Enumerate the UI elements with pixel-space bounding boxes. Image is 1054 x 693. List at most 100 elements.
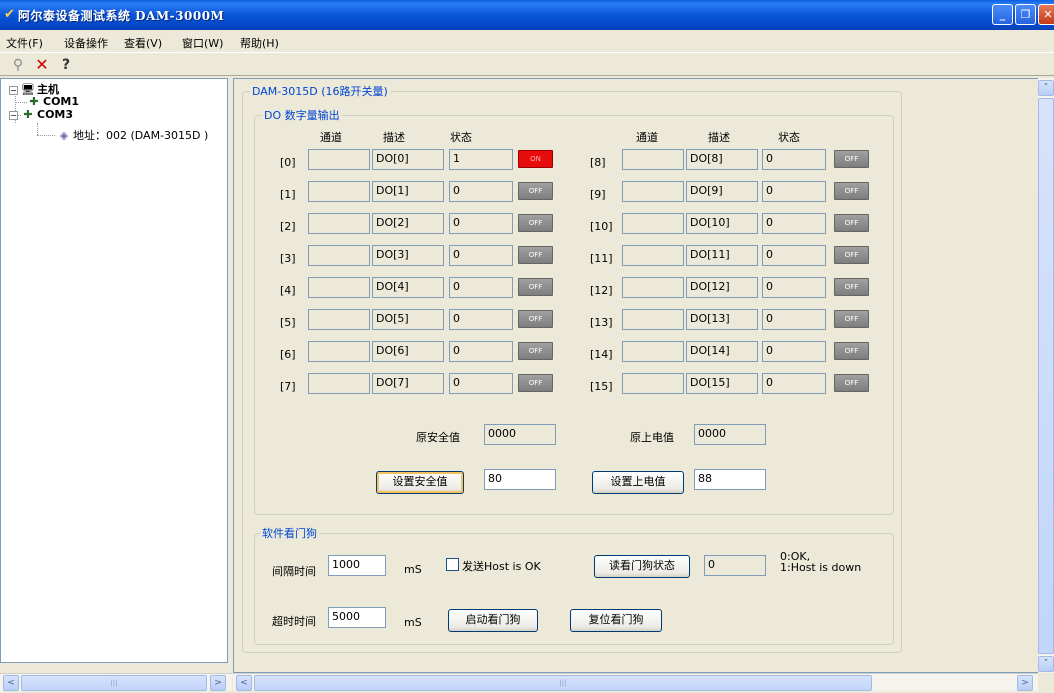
menu-file[interactable]: 文件(F) — [6, 35, 43, 51]
channel-value: 0 — [762, 149, 826, 170]
help-icon[interactable]: ? — [56, 55, 76, 75]
channel-desc: DO[3] — [372, 245, 444, 266]
channel-value: 0 — [762, 213, 826, 234]
reset-watchdog-button[interactable]: 复位看门狗 — [570, 609, 662, 632]
channel-toggle-button[interactable]: OFF — [518, 374, 553, 392]
orig-power-label: 原上电值 — [630, 431, 674, 444]
safe-value-input[interactable]: 80 — [484, 469, 556, 490]
channel-toggle-button[interactable]: OFF — [518, 278, 553, 296]
scroll-thumb[interactable]: ||| — [254, 675, 872, 691]
menu-device-ops[interactable]: 设备操作 — [64, 35, 108, 51]
channel-desc: DO[5] — [372, 309, 444, 330]
channel-value: 0 — [762, 181, 826, 202]
maximize-button[interactable]: ❐ — [1015, 4, 1036, 25]
channel-desc: DO[1] — [372, 181, 444, 202]
interval-label: 间隔时间 — [272, 565, 316, 578]
menu-bar: 文件(F) 设备操作 查看(V) 窗口(W) 帮助(H) — [0, 30, 1054, 52]
channel-value: 0 — [762, 373, 826, 394]
channel-field — [308, 373, 370, 394]
interval-input[interactable]: 1000 — [328, 555, 386, 576]
timeout-input[interactable]: 5000 — [328, 607, 386, 628]
channel-toggle-button[interactable]: OFF — [834, 374, 869, 392]
channel-desc: DO[9] — [686, 181, 758, 202]
tree-node-device[interactable]: ◈ 地址：002 (DAM-3015D ) — [57, 127, 209, 143]
scroll-thumb[interactable]: ||| — [21, 675, 207, 691]
channel-desc: DO[11] — [686, 245, 758, 266]
channel-toggle-button[interactable]: OFF — [518, 342, 553, 360]
channel-index: [9] — [590, 188, 606, 201]
channel-desc: DO[8] — [686, 149, 758, 170]
menu-view[interactable]: 查看(V) — [124, 35, 162, 51]
channel-field — [622, 149, 684, 170]
scroll-up-button[interactable]: ˄ — [1038, 80, 1054, 96]
header-state: 状态 — [778, 131, 800, 144]
timeout-label: 超时时间 — [272, 615, 316, 628]
channel-field — [308, 309, 370, 330]
channel-field — [308, 213, 370, 234]
scroll-right-button[interactable]: > — [1017, 675, 1033, 691]
collapse-toggle[interactable]: − — [9, 110, 18, 120]
channel-index: [3] — [280, 252, 296, 265]
set-power-value-button[interactable]: 设置上电值 — [592, 471, 684, 494]
channel-field — [622, 373, 684, 394]
tree-node-com3[interactable]: − ✚ COM3 — [9, 108, 73, 121]
scroll-left-button[interactable]: < — [3, 675, 19, 691]
channel-value: 0 — [449, 277, 513, 298]
channel-toggle-button[interactable]: OFF — [518, 182, 553, 200]
channel-toggle-button[interactable]: OFF — [834, 246, 869, 264]
channel-toggle-button[interactable]: OFF — [518, 214, 553, 232]
scroll-thumb[interactable] — [1038, 98, 1054, 654]
channel-toggle-button[interactable]: OFF — [518, 310, 553, 328]
power-value-input[interactable]: 88 — [694, 469, 766, 490]
panel-vertical-scrollbar[interactable]: ˄ ˅ — [1038, 78, 1054, 673]
tree-node-com1[interactable]: ✚ COM1 — [27, 95, 79, 108]
tree-horizontal-scrollbar[interactable]: < ||| > — [0, 673, 232, 691]
panel-horizontal-scrollbar[interactable]: < ||| > — [233, 673, 1038, 691]
channel-field — [622, 309, 684, 330]
start-watchdog-button[interactable]: 启动看门狗 — [448, 609, 538, 632]
channel-value: 0 — [449, 181, 513, 202]
app-icon: ✔ — [4, 7, 15, 22]
channel-toggle-button[interactable]: OFF — [518, 246, 553, 264]
minimize-button[interactable]: _ — [992, 4, 1013, 25]
channel-index: [8] — [590, 156, 606, 169]
tree-label: COM1 — [43, 95, 80, 108]
close-button[interactable]: ✕ — [1038, 4, 1054, 25]
channel-value: 0 — [762, 245, 826, 266]
channel-index: [7] — [280, 380, 296, 393]
title-bar: ✔ 阿尔泰设备测试系统 DAM-3000M _ ❐ ✕ — [0, 0, 1054, 30]
scroll-down-button[interactable]: ˅ — [1038, 656, 1054, 672]
channel-index: [6] — [280, 348, 296, 361]
menu-help[interactable]: 帮助(H) — [240, 35, 279, 51]
device-tree: − 🖥 主机 ✚ COM1 − ✚ COM3 ◈ 地址：002 (DAM-3015D ) — [0, 78, 228, 663]
channel-toggle-button[interactable]: ON — [518, 150, 553, 168]
channel-toggle-button[interactable]: OFF — [834, 310, 869, 328]
send-host-ok-checkbox[interactable] — [446, 558, 459, 571]
search-icon[interactable]: ⚲ — [8, 55, 28, 75]
channel-index: [13] — [590, 316, 613, 329]
orig-safe-label: 原安全值 — [416, 431, 460, 444]
set-safe-value-button[interactable]: 设置安全值 — [376, 471, 464, 494]
scroll-right-button[interactable]: > — [210, 675, 226, 691]
channel-toggle-button[interactable]: OFF — [834, 342, 869, 360]
menu-window[interactable]: 窗口(W) — [182, 35, 223, 51]
read-watchdog-status-button[interactable]: 读看门狗状态 — [594, 555, 690, 578]
scroll-left-button[interactable]: < — [236, 675, 252, 691]
tree-label: 地址：002 (DAM-3015D ) — [73, 129, 209, 142]
send-host-ok-label: 发送Host is OK — [462, 560, 541, 573]
tree-connector — [37, 123, 38, 135]
channel-index: [2] — [280, 220, 296, 233]
channel-toggle-button[interactable]: OFF — [834, 182, 869, 200]
device-panel: DAM-3015D (16路开关量) DO 数字量输出 通道 描述 状态 通道 … — [233, 78, 1039, 673]
channel-toggle-button[interactable]: OFF — [834, 278, 869, 296]
header-channel: 通道 — [320, 131, 342, 144]
channel-field — [308, 181, 370, 202]
device-icon: ◈ — [59, 129, 69, 142]
channel-value: 0 — [449, 373, 513, 394]
channel-index: [15] — [590, 380, 613, 393]
delete-icon[interactable]: ✕ — [32, 55, 52, 75]
channel-field — [622, 245, 684, 266]
collapse-toggle[interactable]: − — [9, 85, 18, 95]
channel-toggle-button[interactable]: OFF — [834, 214, 869, 232]
channel-toggle-button[interactable]: OFF — [834, 150, 869, 168]
